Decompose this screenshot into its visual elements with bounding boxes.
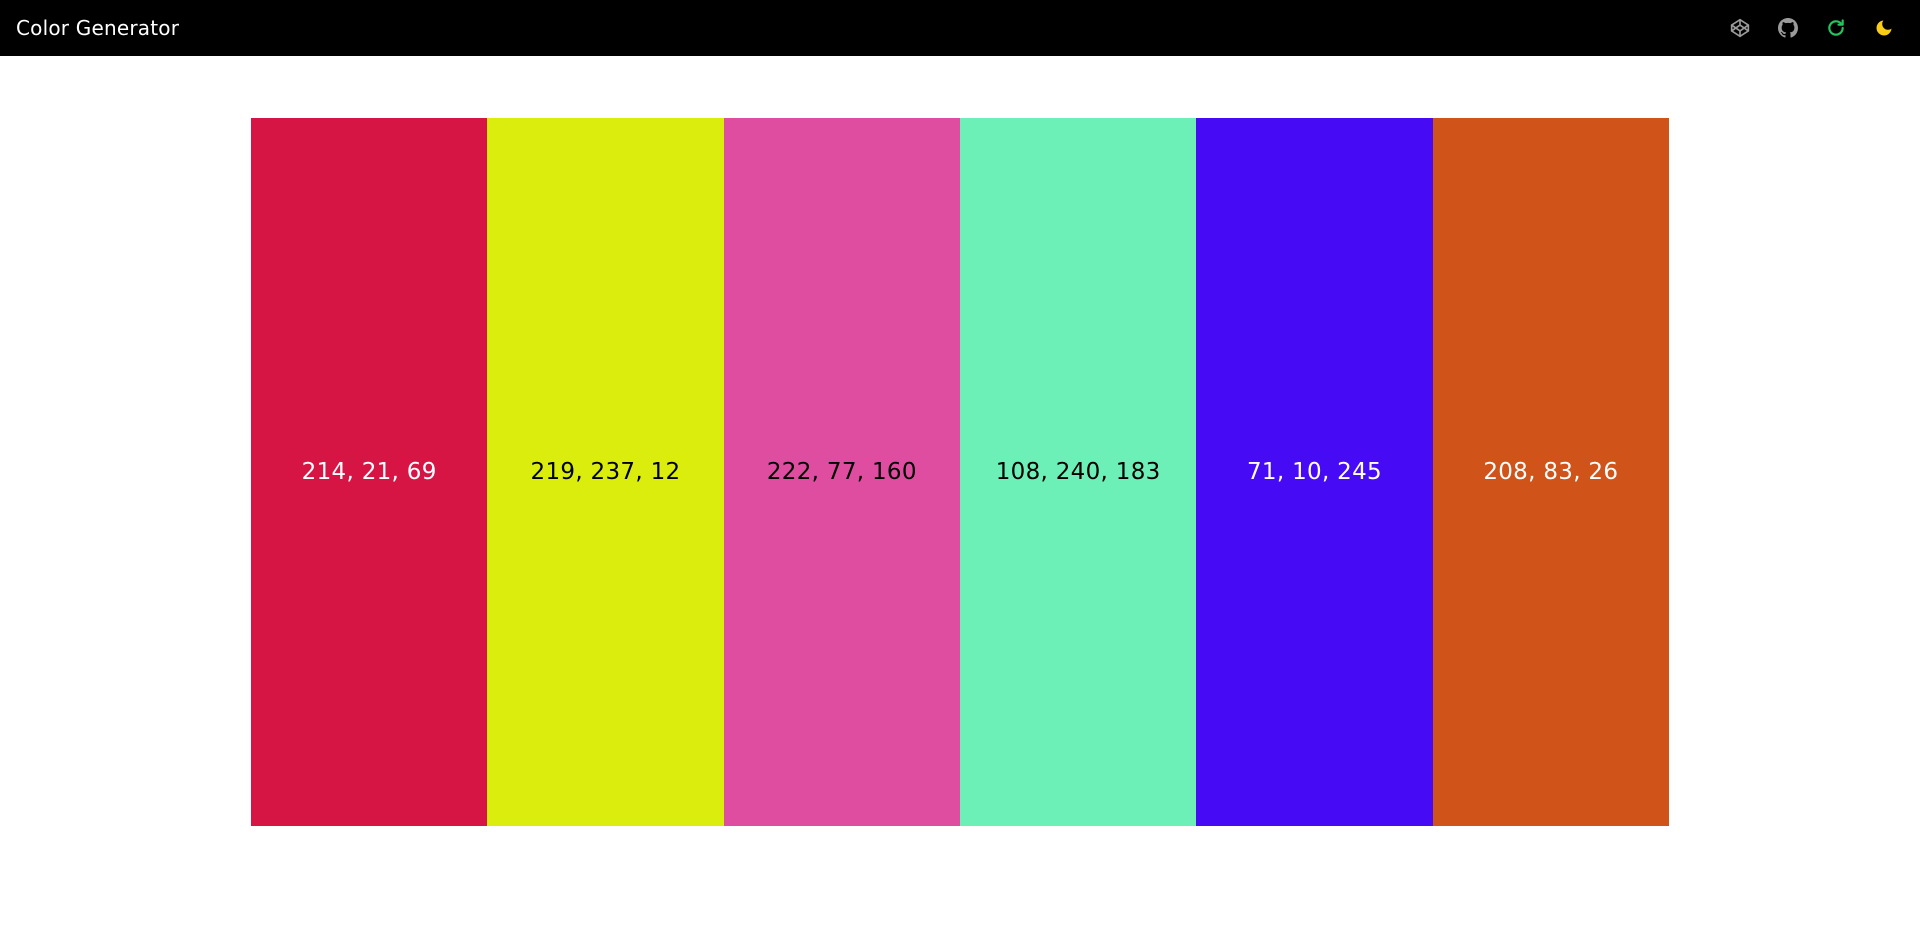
refresh-icon[interactable] [1824, 16, 1848, 40]
app-title: Color Generator [16, 16, 180, 40]
github-icon[interactable] [1776, 16, 1800, 40]
color-palette: 214, 21, 69 219, 237, 12 222, 77, 160 10… [251, 118, 1669, 826]
color-swatch[interactable]: 208, 83, 26 [1432, 118, 1669, 826]
color-swatch[interactable]: 222, 77, 160 [723, 118, 960, 826]
rgb-value: 222, 77, 160 [766, 459, 917, 485]
rgb-value: 214, 21, 69 [301, 459, 437, 485]
moon-icon[interactable] [1872, 16, 1896, 40]
rgb-value: 71, 10, 245 [1246, 459, 1382, 485]
header-actions [1728, 16, 1904, 40]
color-swatch[interactable]: 214, 21, 69 [251, 118, 488, 826]
color-swatch[interactable]: 219, 237, 12 [487, 118, 724, 826]
rgb-value: 219, 237, 12 [530, 459, 681, 485]
rgb-value: 208, 83, 26 [1483, 459, 1619, 485]
color-swatch[interactable]: 71, 10, 245 [1196, 118, 1433, 826]
color-swatch[interactable]: 108, 240, 183 [959, 118, 1197, 826]
rgb-value: 108, 240, 183 [995, 459, 1161, 485]
codepen-icon[interactable] [1728, 16, 1752, 40]
top-bar: Color Generator [0, 0, 1920, 56]
